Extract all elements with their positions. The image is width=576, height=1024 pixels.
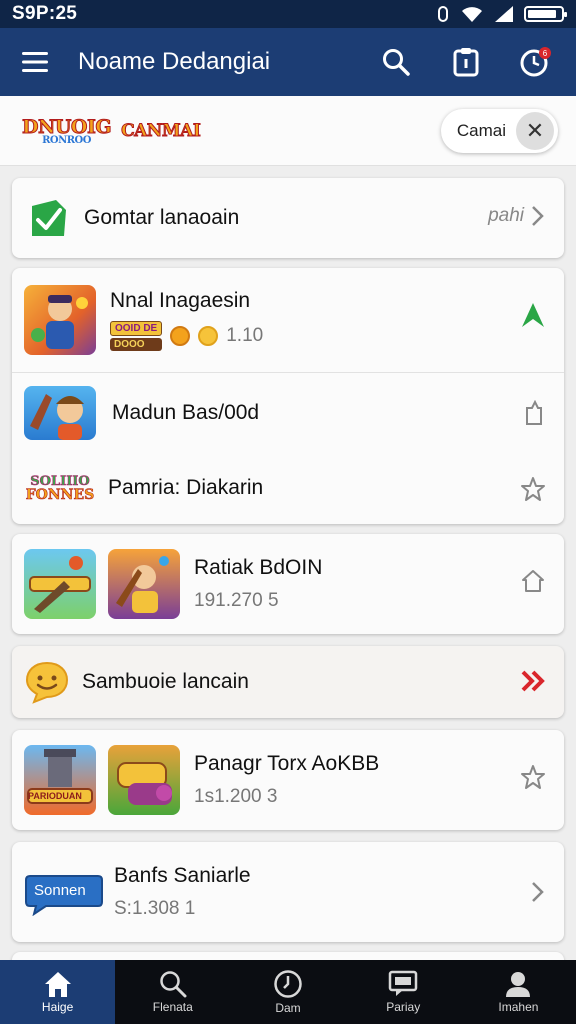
game-meta: 1s1.200 3 — [194, 786, 278, 807]
app-title: Banfs Saniarle — [114, 864, 251, 887]
nav-item-clock[interactable]: Dam — [230, 960, 345, 1024]
clipboard-button[interactable] — [444, 40, 488, 84]
game-thumbnail — [108, 745, 180, 815]
coin-icon — [170, 326, 191, 346]
nav-item-home[interactable]: Haige — [0, 960, 116, 1024]
clipboard-icon — [453, 48, 479, 77]
nav-item-profile[interactable]: Imahen — [461, 960, 576, 1024]
filter-chip-label: Camai — [456, 120, 506, 140]
game-list-card: Nnal Inagaesin OOID DE DOOO 1.10 Madun B… — [12, 268, 564, 524]
tag-badge: OOID DE — [110, 321, 163, 336]
game-title: Ratiak BdOIN — [194, 556, 323, 579]
bookmark-icon[interactable] — [522, 400, 546, 426]
status-time: S9P:25 — [12, 3, 78, 24]
brand-logo-b[interactable]: CANMAI — [121, 120, 202, 141]
list-item[interactable]: Madun Bas/00d — [12, 380, 564, 446]
game-title: Madun Bas/00d — [112, 401, 260, 424]
clock-badge-icon: 6 — [520, 47, 551, 77]
character-icon — [30, 394, 84, 440]
promo-card[interactable]: Sambuoie lancain — [12, 646, 564, 718]
game-thumbnail — [24, 549, 96, 619]
nav-item-messages[interactable]: Pariay — [346, 960, 461, 1024]
app-card[interactable]: Sonnen Banfs Saniarle S:1.308 1 — [12, 842, 564, 942]
category-card[interactable]: Gomtar lanaoain pahi — [12, 178, 564, 258]
card-title: Gomtar lanaoain — [84, 206, 240, 229]
chevron-right-icon[interactable] — [530, 880, 546, 904]
game-title: Nnal Inagaesin — [110, 289, 251, 312]
game-title: Pamria: Diakarin — [108, 476, 264, 499]
person-icon — [506, 972, 531, 997]
signal-icon — [495, 6, 513, 22]
list-item[interactable]: SOLIIIO FONNES Pamria: Diakarin — [12, 458, 564, 518]
notification-button[interactable]: 6 — [514, 40, 558, 84]
game-thumbnail — [24, 285, 96, 355]
search-icon — [160, 971, 187, 998]
promo-title: Sambuoie lancain — [82, 670, 249, 693]
battery-icon — [524, 6, 567, 22]
game-thumbnail — [108, 549, 180, 619]
green-check-badge-icon — [32, 200, 66, 236]
search-icon — [383, 49, 410, 76]
cannon-icon — [117, 762, 172, 805]
search-button[interactable] — [374, 40, 418, 84]
game-meta: 1.10 — [226, 325, 264, 346]
game-tags: OOID DE DOOO — [110, 321, 163, 351]
tag-badge: DOOO — [110, 338, 163, 351]
app-badge: Sonnen — [24, 872, 104, 917]
game-thumbnail — [24, 386, 96, 440]
bottom-nav: Haige Flenata Dam Pariay Imahen — [0, 960, 576, 1024]
status-icons — [436, 5, 567, 23]
divider — [12, 372, 564, 373]
logo-strip: DNUOIG RONROO CANMAI Camai ✕ — [0, 96, 576, 166]
red-double-chevron-icon[interactable] — [520, 668, 546, 694]
game-title: Panagr Torx AoKBB — [194, 752, 380, 775]
menu-button[interactable] — [18, 45, 52, 79]
alarm-icon — [438, 6, 448, 22]
logos: DNUOIG RONROO CANMAI — [21, 115, 202, 146]
game-thumbnail: PARIODUAN — [24, 745, 96, 815]
app-title: Noame Dedangiai — [78, 48, 271, 75]
list-item[interactable]: Nnal Inagaesin OOID DE DOOO 1.10 — [12, 280, 564, 360]
game-meta: 191.270 5 — [194, 590, 279, 611]
message-icon — [388, 970, 418, 996]
character-icon — [116, 556, 169, 613]
star-icon[interactable] — [520, 476, 546, 502]
app-bar: Noame Dedangiai 6 — [0, 28, 576, 96]
smiley-chat-icon — [25, 661, 69, 704]
nav-item-search[interactable]: Flenata — [115, 960, 230, 1024]
star-icon[interactable] — [520, 568, 546, 594]
star-icon[interactable] — [520, 764, 546, 790]
thumb-label: PARIODUAN — [28, 791, 82, 801]
character-icon — [29, 556, 91, 613]
wifi-icon — [462, 7, 482, 22]
chevron-right-icon[interactable] — [530, 204, 546, 228]
home-icon — [44, 972, 71, 997]
svg-text:6: 6 — [543, 49, 548, 58]
green-arrow-up-icon[interactable] — [520, 300, 546, 330]
app-meta: S:1.308 1 — [114, 898, 196, 919]
game-card[interactable]: Ratiak BdOIN 191.270 5 — [12, 534, 564, 634]
hamburger-icon — [22, 52, 48, 72]
status-bar: S9P:25 — [0, 0, 576, 28]
filter-chip[interactable]: Camai ✕ — [440, 108, 558, 153]
card-trailing-text: pahi — [488, 205, 524, 226]
game-card[interactable]: PARIODUAN Panagr Torx AoKBB 1s1.200 3 — [12, 730, 564, 830]
close-icon[interactable]: ✕ — [516, 111, 554, 150]
tower-icon — [27, 749, 93, 804]
clock-icon — [274, 970, 302, 998]
brand-logo-a[interactable]: DNUOIG RONROO — [21, 115, 112, 146]
game-logo: SOLIIIO FONNES — [25, 473, 95, 503]
character-icon — [31, 295, 88, 349]
coin-icon — [198, 326, 219, 346]
